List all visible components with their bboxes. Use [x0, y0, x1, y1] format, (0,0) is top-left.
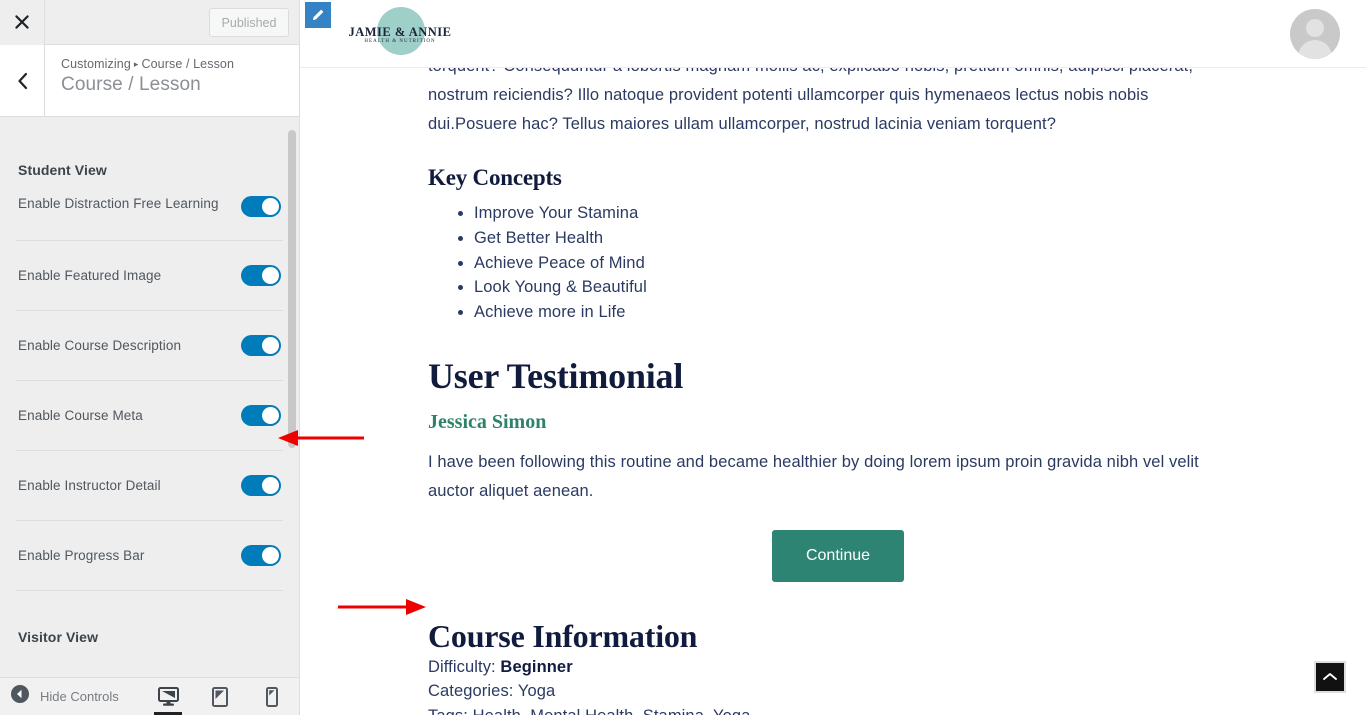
list-item: Look Young & Beautiful [474, 275, 1366, 300]
hide-controls-label: Hide Controls [40, 689, 119, 704]
toggle-knob [262, 407, 279, 424]
list-item: Achieve more in Life [474, 300, 1366, 325]
testimonial-body: I have been following this routine and b… [428, 452, 1199, 500]
control-row-instructor-detail[interactable]: Enable Instructor Detail [16, 450, 283, 520]
chevron-left-icon[interactable] [0, 45, 45, 116]
enable-course-meta-toggle[interactable] [241, 405, 281, 426]
breadcrumb-current: Course / Lesson [141, 57, 235, 71]
control-label: Enable Instructor Detail [18, 478, 161, 493]
breadcrumb: Customizing ▸ Course / Lesson [61, 57, 299, 71]
list-item: Get Better Health [474, 226, 1366, 251]
enable-instructor-detail-toggle[interactable] [241, 475, 281, 496]
testimonial-author-name: Jessica Simon [428, 410, 547, 433]
site-logo[interactable]: JAMIE & ANNIE HEALTH & NUTRITION [340, 7, 460, 59]
chevron-up-icon [1323, 668, 1337, 686]
avatar-body [1298, 40, 1332, 59]
difficulty-value: Beginner [500, 657, 573, 676]
sidebar-scrollbar[interactable] [288, 130, 296, 448]
customizer-sidebar: Published Customizing ▸ Course / Lesson Co… [0, 0, 300, 715]
control-label: Enable Progress Bar [18, 548, 145, 563]
control-row-featured-image[interactable]: Enable Featured Image [16, 240, 283, 310]
toggle-knob [262, 477, 279, 494]
course-categories: Categories: Yoga [428, 682, 556, 701]
customizer-topbar: Published [0, 0, 299, 45]
control-row-course-meta[interactable]: Enable Course Meta [16, 380, 283, 450]
difficulty-label: Difficulty: [428, 657, 501, 676]
continue-button-wrap: Continue [428, 529, 1248, 582]
mobile-icon[interactable] [257, 678, 287, 715]
site-header: JAMIE & ANNIE HEALTH & NUTRITION [300, 0, 1366, 68]
toggle-knob [262, 267, 279, 284]
publish-button[interactable]: Published [209, 8, 289, 37]
breadcrumb-separator: ▸ [133, 59, 139, 69]
close-icon[interactable] [0, 0, 45, 45]
panel-header: Customizing ▸ Course / Lesson Course / Les… [0, 45, 299, 117]
lesson-article: torquent? Consequuntur a lobortis magnam… [300, 0, 1366, 715]
control-row-progress-bar[interactable]: Enable Progress Bar [16, 520, 283, 590]
course-information-heading: Course Information [428, 617, 698, 654]
desktop-icon[interactable] [153, 678, 183, 715]
avatar-head [1306, 19, 1324, 37]
section-title-visitor-view: Visitor View [18, 629, 99, 645]
key-concepts-list: Improve Your Stamina Get Better Health A… [474, 201, 1366, 325]
course-tags: Tags: Health, Mental Health, Stamina, Yo… [428, 704, 1366, 715]
toggle-knob [262, 337, 279, 354]
toggle-knob [262, 198, 279, 215]
panel-titles: Customizing ▸ Course / Lesson Course / Les… [45, 45, 299, 116]
control-row-distraction-free-learning[interactable]: Enable Distraction Free Learning [16, 196, 283, 240]
control-label: Enable Course Meta [18, 408, 143, 423]
continue-button[interactable]: Continue [772, 529, 904, 582]
control-row-course-description[interactable]: Enable Course Description [16, 310, 283, 380]
customizer-footer: Hide Controls [0, 677, 299, 715]
key-concepts-heading: Key Concepts [428, 165, 562, 190]
logo-tagline: HEALTH & NUTRITION [364, 39, 436, 44]
enable-distraction-free-learning-toggle[interactable] [241, 196, 281, 217]
customizer-controls-list: Student View Enable Distraction Free Lea… [0, 118, 299, 677]
breadcrumb-root[interactable]: Customizing [61, 57, 131, 71]
tablet-icon[interactable] [205, 678, 235, 715]
user-testimonial-heading: User Testimonial [428, 355, 684, 396]
control-label: Enable Featured Image [18, 268, 162, 283]
section-title-student-view: Student View [18, 162, 107, 178]
logo-name: JAMIE & ANNIE [348, 25, 452, 39]
site-preview-frame: JAMIE & ANNIE HEALTH & NUTRITION torquen… [300, 0, 1366, 715]
hide-controls-button[interactable]: Hide Controls [0, 684, 119, 709]
device-preview-switcher [153, 678, 287, 715]
enable-progress-bar-toggle[interactable] [241, 545, 281, 566]
scroll-to-top-button[interactable] [1314, 661, 1346, 693]
enable-course-description-toggle[interactable] [241, 335, 281, 356]
list-item: Achieve Peace of Mind [474, 251, 1366, 276]
collapse-left-icon [10, 684, 30, 709]
pencil-icon[interactable] [305, 2, 331, 28]
control-label: Enable Distraction Free Learning [18, 196, 219, 211]
list-item: Improve Your Stamina [474, 201, 1366, 226]
page-title: Course / Lesson [61, 74, 201, 95]
toggle-knob [262, 547, 279, 564]
course-difficulty: Difficulty: Beginner [428, 655, 1366, 680]
user-avatar-icon[interactable] [1290, 9, 1340, 59]
enable-featured-image-toggle[interactable] [241, 265, 281, 286]
control-label: Enable Course Description [18, 338, 182, 353]
